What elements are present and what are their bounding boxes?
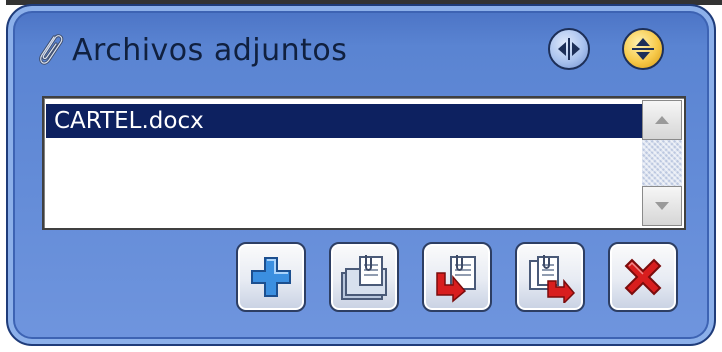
open-attachment-icon	[338, 251, 390, 303]
save-all-attachments-button[interactable]	[515, 242, 585, 312]
scroll-down-button[interactable]	[642, 186, 682, 226]
expand-vertical-button[interactable]	[622, 28, 664, 70]
save-all-attachments-icon	[524, 251, 576, 303]
expand-vertical-icon	[628, 34, 658, 64]
open-attachment-button[interactable]	[329, 242, 399, 312]
triangle-up-icon	[654, 115, 670, 125]
panel-title: Archivos adjuntos	[72, 32, 348, 68]
attachment-item[interactable]: CARTEL.docx	[46, 104, 642, 138]
panel-header: Archivos adjuntos	[32, 28, 347, 72]
delete-icon	[620, 254, 666, 300]
triangle-down-icon	[654, 201, 670, 211]
expand-horizontal-icon	[554, 34, 584, 64]
scroll-up-button[interactable]	[642, 100, 682, 140]
list-scrollbar[interactable]	[642, 100, 682, 226]
expand-horizontal-button[interactable]	[548, 28, 590, 70]
paperclip-icon	[32, 29, 66, 71]
delete-attachment-button[interactable]	[608, 242, 678, 312]
attachments-list[interactable]: CARTEL.docx	[42, 96, 686, 230]
save-attachment-icon	[431, 251, 483, 303]
add-icon	[248, 254, 294, 300]
save-attachment-button[interactable]	[422, 242, 492, 312]
add-attachment-button[interactable]	[236, 242, 306, 312]
